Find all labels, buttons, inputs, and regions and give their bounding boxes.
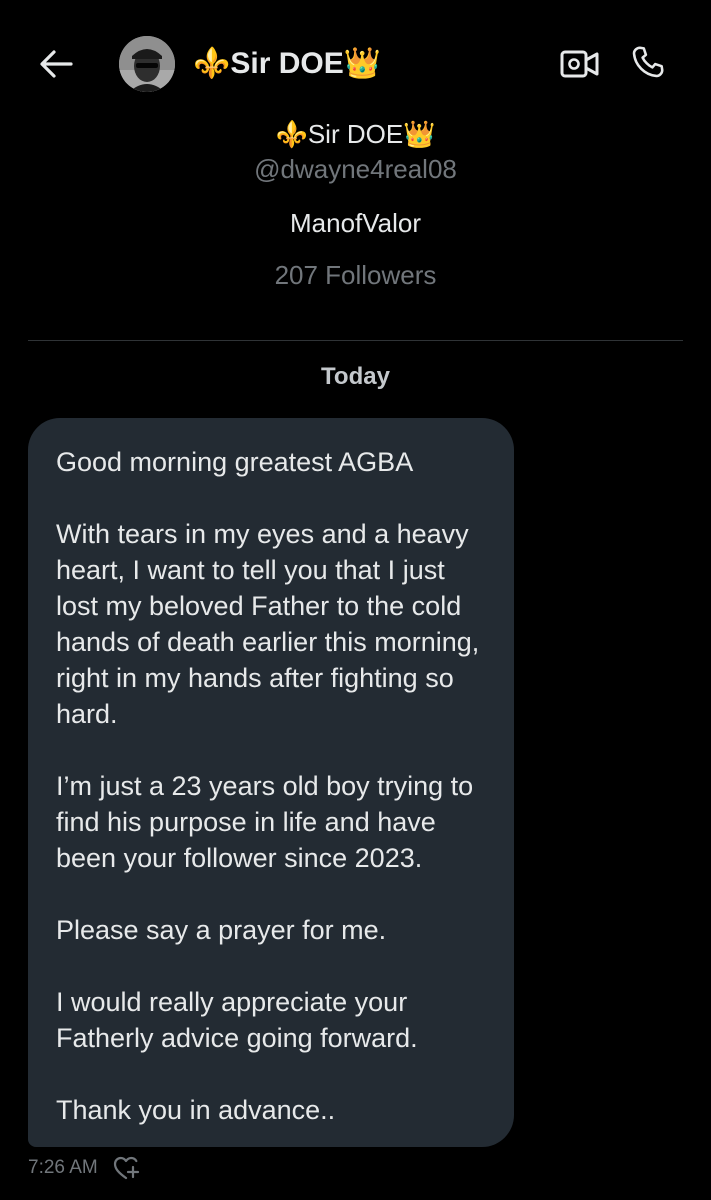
header-contact-name[interactable]: ⚜️Sir DOE👑 — [193, 44, 381, 84]
avatar[interactable] — [119, 36, 175, 92]
date-separator: Today — [321, 363, 390, 390]
voice-call-button[interactable] — [628, 42, 668, 82]
message-paragraph: With tears in my eyes and a heavy heart,… — [56, 519, 480, 729]
message-bubble[interactable]: Good morning greatest AGBA With tears in… — [28, 418, 514, 1147]
conversation-header: ⚜️Sir DOE👑 — [0, 0, 711, 128]
message-meta: 7:26 AM — [28, 1154, 142, 1182]
profile-summary: ⚜️Sir DOE👑 @dwayne4real08 ManofValor 207… — [0, 110, 711, 292]
video-call-button[interactable] — [558, 44, 602, 84]
profile-followers-count[interactable]: 207 Followers — [0, 258, 711, 292]
profile-display-name: ⚜️Sir DOE👑 — [275, 119, 436, 149]
message-paragraph: Good morning greatest AGBA — [56, 447, 414, 477]
message-timestamp: 7:26 AM — [28, 1157, 98, 1178]
message-paragraph: Please say a prayer for me. — [56, 915, 387, 945]
message-paragraph: Thank you in advance.. — [56, 1095, 336, 1125]
section-divider — [28, 340, 683, 341]
video-camera-icon — [560, 50, 599, 78]
avatar-image — [119, 36, 175, 92]
add-reaction-button[interactable] — [112, 1154, 142, 1182]
back-button[interactable] — [36, 44, 76, 84]
profile-handle[interactable]: @dwayne4real08 — [0, 152, 711, 186]
profile-bio: ManofValor — [289, 208, 422, 238]
message-paragraph: I’m just a 23 years old boy trying to fi… — [56, 771, 474, 873]
arrow-left-icon — [40, 50, 73, 78]
message-paragraph: I would really appreciate your Fatherly … — [56, 987, 418, 1053]
phone-icon — [632, 46, 664, 78]
heart-plus-icon — [113, 1156, 139, 1180]
